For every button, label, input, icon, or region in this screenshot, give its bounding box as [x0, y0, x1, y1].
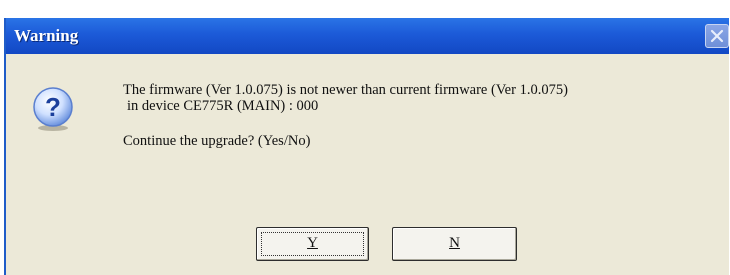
svg-text:?: ?	[45, 92, 61, 122]
close-button[interactable]	[705, 24, 729, 48]
no-button[interactable]: N	[392, 227, 517, 261]
dialog-title: Warning	[14, 26, 79, 45]
yes-button-label: Y	[307, 235, 318, 251]
close-icon	[710, 29, 724, 43]
confirm-prompt: Continue the upgrade? (Yes/No)	[123, 133, 311, 149]
no-button-label: N	[449, 235, 460, 251]
question-icon: ?	[30, 86, 76, 132]
message-line-2: in device CE775R (MAIN) : 000	[127, 98, 319, 114]
yes-button[interactable]: Y	[256, 227, 369, 261]
warning-dialog: Warning ? The firmware (Ver 1.0.075) is …	[4, 18, 729, 275]
title-bar[interactable]: Warning	[6, 18, 729, 54]
message-line-1: The firmware (Ver 1.0.075) is not newer …	[123, 82, 568, 98]
